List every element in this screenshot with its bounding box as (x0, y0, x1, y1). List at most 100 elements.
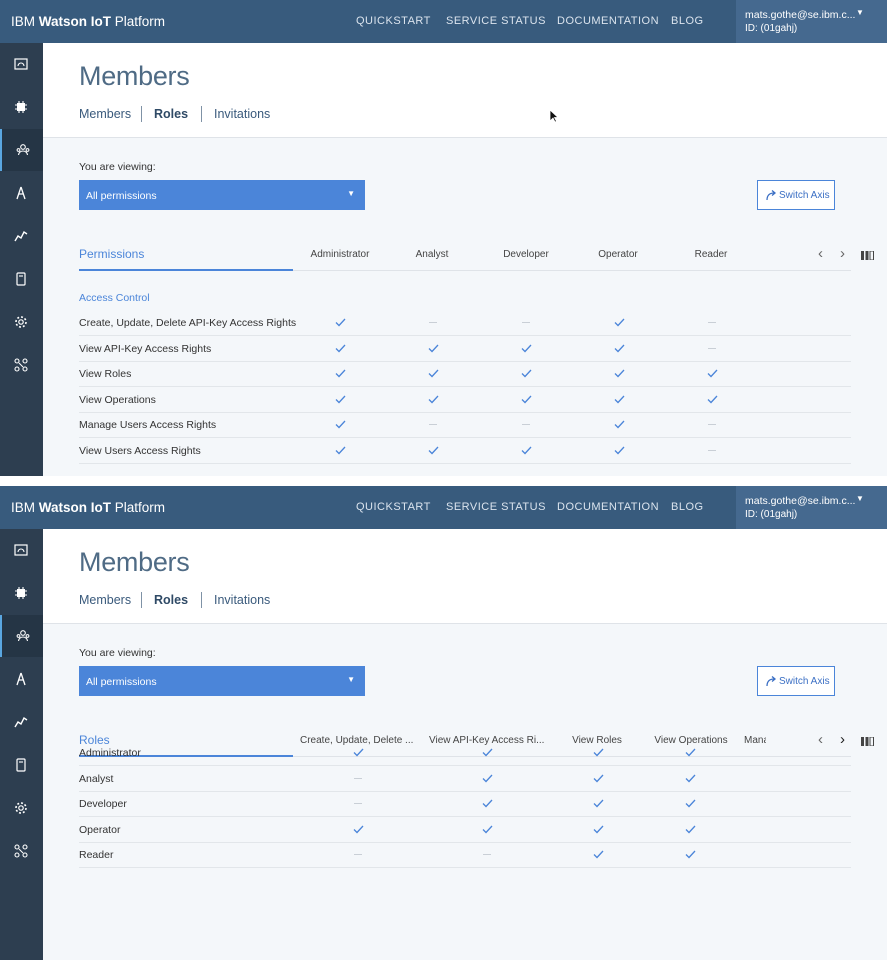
dash-icon (522, 322, 530, 323)
check-icon (335, 369, 346, 378)
sidebar-item[interactable] (0, 344, 43, 386)
table-row: View API-Key Access Rights (79, 336, 851, 362)
sidebar-item[interactable] (0, 301, 43, 343)
check-icon (521, 395, 532, 404)
table-row: Create, Update, Delete API-Key Access Ri… (79, 310, 851, 336)
table-row: Administrator (79, 740, 851, 766)
cell-granted (682, 361, 742, 386)
sidebar-item[interactable] (0, 615, 45, 657)
sidebar-item[interactable] (0, 215, 43, 257)
brand-logo[interactable]: IBM Watson IoT Platform (11, 500, 165, 515)
sidebar-item[interactable] (0, 172, 43, 214)
sidebar-item[interactable] (0, 529, 43, 571)
nav-quickstart[interactable]: QUICKSTART (356, 15, 431, 27)
chevron-left-icon[interactable]: ‹ (818, 245, 823, 262)
cell-granted (568, 766, 628, 791)
row-label: Developer (79, 798, 127, 811)
tab-members[interactable]: Members (79, 593, 131, 607)
rules-icon (16, 186, 26, 200)
sidebar-item[interactable] (0, 129, 45, 171)
sidebar-item[interactable] (0, 43, 43, 85)
nav-documentation[interactable]: DOCUMENTATION (557, 501, 659, 513)
cell-denied (457, 842, 517, 867)
tab-members[interactable]: Members (79, 107, 131, 121)
nav-blog[interactable]: BLOG (671, 15, 704, 27)
account-menu[interactable]: mats.gothe@se.ibm.c... ID: (01gahj) ▼ (736, 0, 887, 43)
sidebar-item[interactable] (0, 572, 43, 614)
sidebar (0, 529, 45, 960)
page-title: Members (79, 547, 190, 577)
nav-documentation[interactable]: DOCUMENTATION (557, 15, 659, 27)
cell-granted (660, 842, 720, 867)
cell-granted (310, 387, 370, 412)
tab-invitations[interactable]: Invitations (214, 593, 270, 607)
nav-quickstart[interactable]: QUICKSTART (356, 501, 431, 513)
cell-denied (496, 310, 556, 335)
cell-granted (568, 817, 628, 842)
view-select[interactable]: All permissions ▼ (79, 666, 365, 696)
chevron-right-icon[interactable]: › (840, 245, 845, 262)
check-icon (335, 344, 346, 353)
page-header: Members Members Roles Invitations (43, 43, 887, 138)
switch-axis-button[interactable]: Switch Axis (757, 180, 835, 210)
sidebar-item[interactable] (0, 258, 43, 300)
sidebar-item[interactable] (0, 658, 43, 700)
dash-icon (354, 803, 362, 805)
cell-granted (568, 740, 628, 765)
dash-icon (429, 424, 437, 426)
check-icon (593, 825, 604, 834)
switch-axis-button[interactable]: Switch Axis (757, 666, 835, 696)
account-menu[interactable]: mats.gothe@se.ibm.c... ID: (01gahj) ▼ (736, 486, 887, 529)
cell-granted (568, 791, 628, 816)
columns-icon[interactable] (861, 737, 874, 746)
check-icon (428, 446, 439, 455)
cell-granted (660, 766, 720, 791)
nav-service-status[interactable]: SERVICE STATUS (446, 501, 546, 513)
table-header: Permissions Administrator Analyst Develo… (79, 240, 874, 271)
check-icon (614, 318, 625, 327)
cell-granted (589, 336, 649, 361)
check-icon (482, 825, 493, 834)
main-content: Members Members Roles Invitations You ar… (43, 529, 887, 960)
table-row: Analyst (79, 766, 851, 792)
check-icon (685, 748, 696, 757)
sidebar-item[interactable] (0, 787, 43, 829)
check-icon (614, 446, 625, 455)
screenshot-permissions-view: IBM Watson IoT Platform QUICKSTART SERVI… (0, 0, 887, 476)
nav-service-status[interactable]: SERVICE STATUS (446, 15, 546, 27)
cell-granted (310, 310, 370, 335)
cell-denied (682, 412, 742, 437)
sidebar-item[interactable] (0, 830, 43, 872)
tab-roles[interactable]: Roles (154, 593, 188, 607)
row-label: Operator (79, 823, 121, 836)
nav-blog[interactable]: BLOG (671, 501, 704, 513)
cell-granted (568, 842, 628, 867)
columns-icon[interactable] (861, 251, 874, 260)
apps-icon (14, 358, 28, 372)
cell-granted (496, 336, 556, 361)
sidebar (0, 43, 45, 476)
check-icon (353, 825, 364, 834)
check-icon (685, 825, 696, 834)
sidebar-item[interactable] (0, 86, 43, 128)
apps-icon (14, 844, 28, 858)
sidebar-item[interactable] (0, 701, 43, 743)
cell-granted (660, 791, 720, 816)
check-icon (685, 850, 696, 859)
check-icon (614, 344, 625, 353)
page-title: Members (79, 61, 190, 91)
check-icon (593, 850, 604, 859)
cell-granted (496, 438, 556, 463)
cell-denied (403, 412, 463, 437)
tab-invitations[interactable]: Invitations (214, 107, 270, 121)
tab-divider (141, 592, 142, 608)
brand-logo[interactable]: IBM Watson IoT Platform (11, 14, 165, 29)
view-select-value: All permissions (86, 676, 157, 688)
account-email: mats.gothe@se.ibm.c... (745, 9, 856, 21)
dash-icon (708, 450, 716, 451)
check-icon (707, 369, 718, 378)
tab-roles[interactable]: Roles (154, 107, 188, 121)
cell-granted (328, 740, 388, 765)
sidebar-item[interactable] (0, 744, 43, 786)
view-select[interactable]: All permissions ▼ (79, 180, 365, 210)
